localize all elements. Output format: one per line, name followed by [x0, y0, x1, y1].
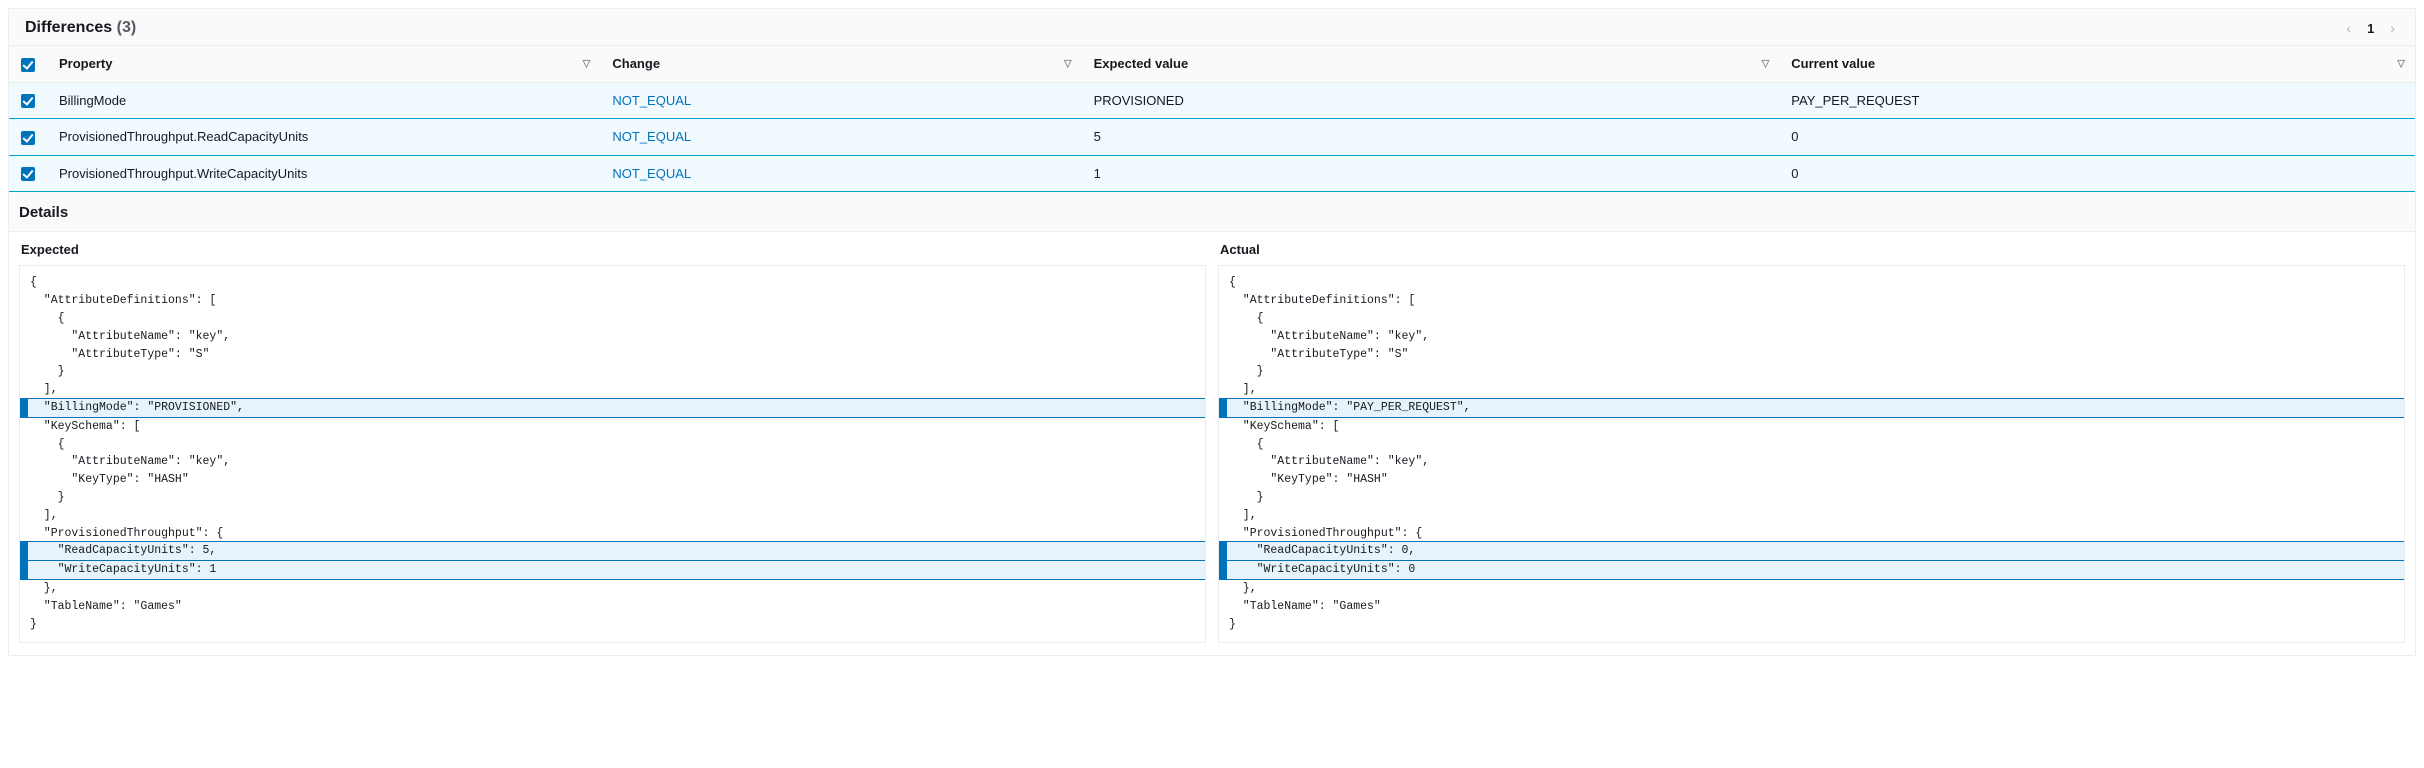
cell-expected: 5 [1082, 119, 1780, 156]
code-line: "ReadCapacityUnits": 0, [1219, 541, 2404, 561]
code-line: "AttributeName": "key", [20, 453, 1205, 471]
expected-column: Expected { "AttributeDefinitions": [ { "… [19, 232, 1206, 642]
code-line: "KeySchema": [ [20, 418, 1205, 436]
column-header-change-label: Change [612, 56, 660, 71]
code-line: { [1219, 274, 2404, 292]
differences-title-text: Differences [25, 19, 112, 36]
code-line: { [20, 310, 1205, 328]
differences-table: Property ▽ Change ▽ Expected value ▽ Cur… [9, 45, 2415, 192]
cell-property: ProvisionedThroughput.ReadCapacityUnits [47, 119, 600, 156]
actual-label: Actual [1220, 242, 2405, 257]
row-checkbox-cell[interactable] [9, 155, 47, 192]
code-line: }, [20, 580, 1205, 598]
code-line: "KeyType": "HASH" [1219, 471, 2404, 489]
differences-header: Differences (3) ‹ 1 › [9, 9, 2415, 45]
code-line: "AttributeName": "key", [1219, 453, 2404, 471]
column-header-change[interactable]: Change ▽ [600, 46, 1081, 83]
pagination: ‹ 1 › [2342, 19, 2399, 37]
column-header-expected-label: Expected value [1094, 56, 1189, 71]
expected-codebox[interactable]: { "AttributeDefinitions": [ { "Attribute… [19, 265, 1206, 642]
sort-icon[interactable]: ▽ [1064, 58, 1072, 69]
expected-label: Expected [21, 242, 1206, 257]
cell-property: BillingMode [47, 82, 600, 119]
cell-current: 0 [1779, 155, 2415, 192]
column-header-current[interactable]: Current value ▽ [1779, 46, 2415, 83]
sort-icon[interactable]: ▽ [1762, 58, 1770, 69]
code-line: ], [20, 381, 1205, 399]
code-line: "AttributeName": "key", [1219, 328, 2404, 346]
table-header-row: Property ▽ Change ▽ Expected value ▽ Cur… [9, 46, 2415, 83]
cell-expected: 1 [1082, 155, 1780, 192]
sort-icon[interactable]: ▽ [2397, 58, 2405, 69]
code-line: } [20, 489, 1205, 507]
cell-expected: PROVISIONED [1082, 82, 1780, 119]
code-line: } [1219, 363, 2404, 381]
code-line: { [20, 274, 1205, 292]
code-line: ], [1219, 507, 2404, 525]
code-line: "ReadCapacityUnits": 5, [20, 541, 1205, 561]
code-line: "AttributeDefinitions": [ [1219, 292, 2404, 310]
code-line: "BillingMode": "PROVISIONED", [20, 398, 1205, 418]
row-checkbox-cell[interactable] [9, 82, 47, 119]
table-row[interactable]: ProvisionedThroughput.WriteCapacityUnits… [9, 155, 2415, 192]
column-header-property-label: Property [59, 56, 112, 71]
code-line: "WriteCapacityUnits": 1 [20, 561, 1205, 580]
code-line: "KeyType": "HASH" [20, 471, 1205, 489]
details-row: Expected { "AttributeDefinitions": [ { "… [9, 231, 2415, 654]
cell-current: 0 [1779, 119, 2415, 156]
code-line: ], [20, 507, 1205, 525]
code-line: } [1219, 616, 2404, 634]
table-row[interactable]: ProvisionedThroughput.ReadCapacityUnitsN… [9, 119, 2415, 156]
column-header-current-label: Current value [1791, 56, 1875, 71]
checkbox-icon[interactable] [21, 94, 35, 108]
code-line: ], [1219, 381, 2404, 399]
cell-current: PAY_PER_REQUEST [1779, 82, 2415, 119]
cell-change[interactable]: NOT_EQUAL [600, 155, 1081, 192]
differences-title: Differences (3) [25, 19, 136, 37]
select-all-header[interactable] [9, 46, 47, 83]
code-line: { [20, 436, 1205, 454]
checkbox-icon[interactable] [21, 167, 35, 181]
column-header-expected[interactable]: Expected value ▽ [1082, 46, 1780, 83]
cell-change[interactable]: NOT_EQUAL [600, 82, 1081, 119]
checkbox-icon[interactable] [21, 58, 35, 72]
code-line: { [1219, 436, 2404, 454]
code-line: }, [1219, 580, 2404, 598]
code-line: "ProvisionedThroughput": { [20, 525, 1205, 543]
row-checkbox-cell[interactable] [9, 119, 47, 156]
differences-panel: Differences (3) ‹ 1 › Property ▽ Change … [8, 8, 2416, 656]
cell-change[interactable]: NOT_EQUAL [600, 119, 1081, 156]
column-header-property[interactable]: Property ▽ [47, 46, 600, 83]
page-next-icon[interactable]: › [2386, 19, 2399, 37]
code-line: "AttributeType": "S" [1219, 346, 2404, 364]
code-line: "AttributeDefinitions": [ [20, 292, 1205, 310]
code-line: } [20, 363, 1205, 381]
code-line: "AttributeName": "key", [20, 328, 1205, 346]
cell-property: ProvisionedThroughput.WriteCapacityUnits [47, 155, 600, 192]
code-line: "AttributeType": "S" [20, 346, 1205, 364]
code-line: "TableName": "Games" [1219, 598, 2404, 616]
differences-count: (3) [117, 19, 137, 36]
code-line: } [1219, 489, 2404, 507]
code-line: "TableName": "Games" [20, 598, 1205, 616]
sort-icon[interactable]: ▽ [583, 58, 591, 69]
details-title: Details [9, 192, 2415, 231]
differences-table-body: BillingModeNOT_EQUALPROVISIONEDPAY_PER_R… [9, 82, 2415, 192]
code-line: { [1219, 310, 2404, 328]
code-line: } [20, 616, 1205, 634]
page-prev-icon[interactable]: ‹ [2342, 19, 2355, 37]
code-line: "ProvisionedThroughput": { [1219, 525, 2404, 543]
code-line: "WriteCapacityUnits": 0 [1219, 561, 2404, 580]
checkbox-icon[interactable] [21, 131, 35, 145]
page-number: 1 [2367, 21, 2374, 36]
table-row[interactable]: BillingModeNOT_EQUALPROVISIONEDPAY_PER_R… [9, 82, 2415, 119]
code-line: "BillingMode": "PAY_PER_REQUEST", [1219, 398, 2404, 418]
actual-column: Actual { "AttributeDefinitions": [ { "At… [1218, 232, 2405, 642]
actual-codebox[interactable]: { "AttributeDefinitions": [ { "Attribute… [1218, 265, 2405, 642]
code-line: "KeySchema": [ [1219, 418, 2404, 436]
